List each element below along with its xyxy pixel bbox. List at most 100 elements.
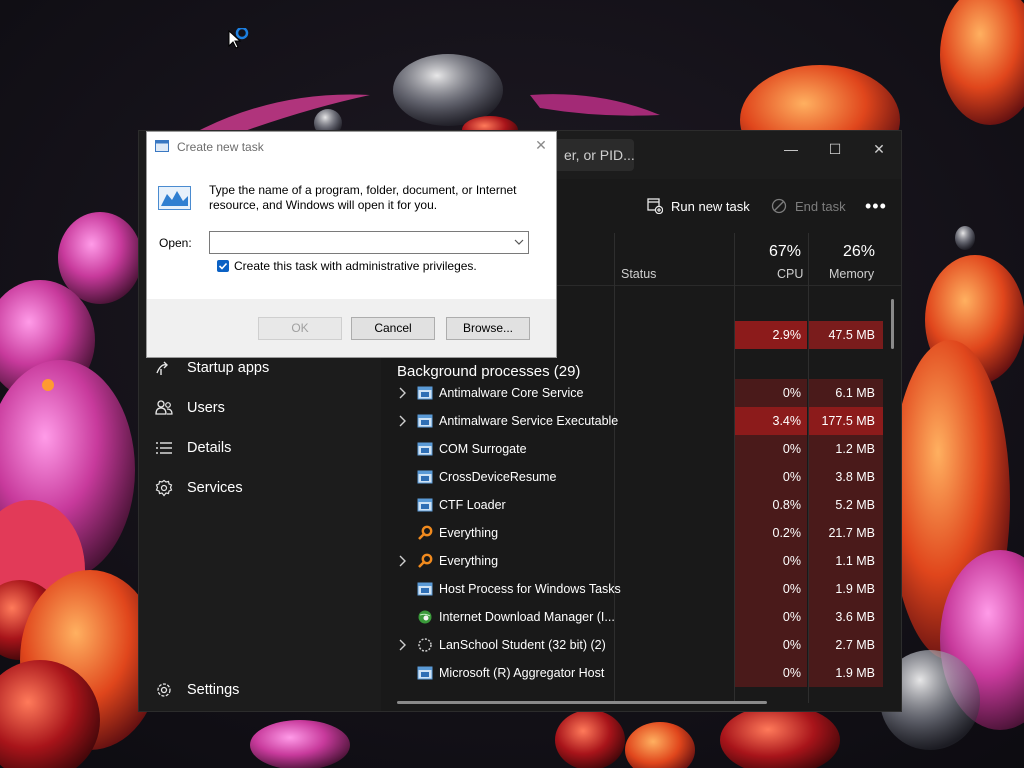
run-dialog-app-icon: [155, 140, 169, 152]
memory-cell: 1.1 MB: [809, 547, 883, 575]
cpu-cell: 2.9%: [735, 321, 807, 349]
users-icon: [154, 398, 174, 418]
memory-total-percent: 26%: [843, 243, 876, 260]
process-name: Microsoft (R) Aggregator Host: [439, 666, 605, 680]
startup-apps-icon: [154, 358, 174, 378]
cpu-cell: 0%: [735, 659, 807, 687]
table-row[interactable]: Everything 0.2% 21.7 MB: [381, 519, 901, 547]
chevron-down-icon[interactable]: [513, 236, 525, 248]
cancel-button[interactable]: Cancel: [351, 317, 435, 340]
admin-privileges-label: Create this task with administrative pri…: [234, 259, 477, 273]
window-app-icon: [417, 413, 433, 429]
browse-button[interactable]: Browse...: [446, 317, 530, 340]
table-row[interactable]: Internet Download Manager (I... 0% 3.6 MB: [381, 603, 901, 631]
memory-cell: 21.7 MB: [809, 519, 883, 547]
sidebar-item-label: Services: [187, 480, 243, 496]
window-app-icon: [417, 469, 433, 485]
horizontal-scrollbar[interactable]: [397, 701, 767, 704]
end-task-icon: [771, 198, 787, 214]
end-task-button[interactable]: End task: [771, 191, 846, 221]
memory-cell: 2.7 MB: [809, 631, 883, 659]
sidebar-item-details[interactable]: Details: [149, 430, 369, 466]
maximize-button[interactable]: ☐: [815, 139, 855, 159]
window-app-icon: [417, 665, 433, 681]
status-column-header[interactable]: Status: [621, 267, 656, 281]
details-icon: [154, 438, 174, 458]
memory-cell: 3.8 MB: [809, 463, 883, 491]
memory-cell: 1.9 MB: [809, 659, 883, 687]
sidebar-item-settings[interactable]: Settings: [149, 672, 369, 708]
cpu-cell: 0%: [735, 547, 807, 575]
table-row[interactable]: Host Process for Windows Tasks 0% 1.9 MB: [381, 575, 901, 603]
process-name: Host Process for Windows Tasks: [439, 582, 621, 596]
more-options-button[interactable]: •••: [865, 191, 887, 221]
process-name: Everything: [439, 526, 499, 540]
table-row[interactable]: Antimalware Core Service 0% 6.1 MB: [381, 379, 901, 407]
memory-cell: 6.1 MB: [809, 379, 883, 407]
cpu-cell: 3.4%: [735, 407, 807, 435]
checkbox-checked-icon[interactable]: [217, 260, 229, 272]
chevron-right-icon[interactable]: [397, 414, 409, 428]
chevron-right-icon[interactable]: [397, 386, 409, 400]
magnifier-icon: [417, 553, 433, 569]
process-name: COM Surrogate: [439, 442, 527, 456]
process-name: CrossDeviceResume: [439, 470, 557, 484]
window-app-icon: [417, 441, 433, 457]
memory-cell: 47.5 MB: [809, 321, 883, 349]
run-new-task-icon: [647, 198, 663, 214]
vertical-scrollbar[interactable]: [891, 299, 894, 349]
sidebar-item-label: Settings: [187, 682, 240, 698]
cpu-cell: 0%: [735, 379, 807, 407]
table-row[interactable]: CrossDeviceResume 0% 3.8 MB: [381, 463, 901, 491]
run-new-task-label: Run new task: [671, 198, 750, 214]
cpu-cell: 0%: [735, 575, 807, 603]
table-row[interactable]: COM Surrogate 0% 1.2 MB: [381, 435, 901, 463]
dialog-footer: OK Cancel Browse...: [147, 299, 556, 357]
cpu-column-header[interactable]: CPU: [777, 267, 803, 281]
admin-privileges-checkbox[interactable]: Create this task with administrative pri…: [217, 259, 477, 273]
idm-globe-icon: [417, 609, 433, 625]
end-task-label: End task: [795, 198, 846, 214]
cpu-cell: 0%: [735, 631, 807, 659]
memory-column-header[interactable]: Memory: [829, 267, 874, 281]
create-new-task-dialog: Create new task ✕ Type the name of a pro…: [146, 131, 557, 358]
close-button[interactable]: ✕: [859, 139, 899, 159]
ok-button[interactable]: OK: [258, 317, 342, 340]
chevron-right-icon[interactable]: [397, 554, 409, 568]
table-row[interactable]: LanSchool Student (32 bit) (2) 0% 2.7 MB: [381, 631, 901, 659]
open-combobox-input[interactable]: [209, 231, 529, 254]
table-row[interactable]: Antimalware Service Executable 3.4% 177.5 …: [381, 407, 901, 435]
cpu-cell: 0%: [735, 603, 807, 631]
process-name: LanSchool Student (32 bit) (2): [439, 638, 606, 652]
process-name: Everything: [439, 554, 499, 568]
sidebar-item-label: Startup apps: [187, 360, 270, 376]
sidebar-item-label: Details: [187, 440, 232, 456]
memory-cell: 1.9 MB: [809, 575, 883, 603]
run-new-task-button[interactable]: Run new task: [647, 191, 750, 221]
sidebar-item-services[interactable]: Services: [149, 470, 369, 506]
cpu-cell: 0%: [735, 435, 807, 463]
minimize-button[interactable]: —: [771, 139, 811, 159]
table-row[interactable]: Microsoft (R) Aggregator Host 0% 1.9 MB: [381, 659, 901, 687]
process-name: Antimalware Core Service: [439, 386, 584, 400]
services-icon: [154, 478, 174, 498]
memory-cell: 3.6 MB: [809, 603, 883, 631]
table-row[interactable]: Everything 0% 1.1 MB: [381, 547, 901, 575]
table-row[interactable]: CTF Loader 0.8% 5.2 MB: [381, 491, 901, 519]
lanschool-icon: [417, 637, 433, 653]
dialog-close-button[interactable]: ✕: [533, 137, 549, 155]
magnifier-icon: [417, 525, 433, 541]
process-name: Internet Download Manager (I...: [439, 610, 615, 624]
sidebar-item-label: Users: [187, 400, 225, 416]
settings-gear-icon: [154, 680, 174, 700]
cpu-cell: 0%: [735, 463, 807, 491]
chevron-right-icon[interactable]: [397, 638, 409, 652]
memory-cell: 5.2 MB: [809, 491, 883, 519]
background-processes-title: Background processes (29): [397, 363, 581, 380]
process-name: CTF Loader: [439, 498, 506, 512]
open-label: Open:: [159, 236, 192, 250]
window-app-icon: [417, 385, 433, 401]
sidebar-item-users[interactable]: Users: [149, 390, 369, 426]
memory-cell: 1.2 MB: [809, 435, 883, 463]
cpu-cell: 0.2%: [735, 519, 807, 547]
